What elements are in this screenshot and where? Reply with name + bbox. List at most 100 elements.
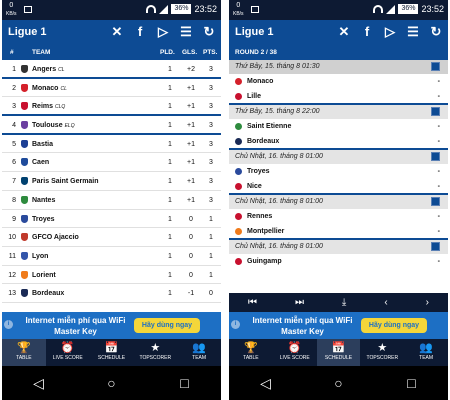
signal-icon (386, 4, 396, 14)
refresh-icon[interactable]: ↻ (428, 24, 444, 40)
screen-table: 0 KB/s 36% 23:52 Ligue 1 ✕ f ▷ ☰ ↻ # TEAM… (2, 0, 221, 400)
fixture-group: Thứ Bảy, 15. tháng 8 22:00 Saint Etienne -… (229, 105, 448, 150)
select-checkbox[interactable] (431, 62, 440, 71)
team-name: Lorient (32, 271, 56, 279)
fixture-home-row[interactable]: Troyes - (229, 164, 448, 179)
tab-label: SCHEDULE (324, 355, 353, 361)
table-row[interactable]: 3 Reims CLQ 1 +1 3 (2, 97, 221, 117)
prev-round-icon[interactable]: ‹ (384, 297, 387, 308)
select-checkbox[interactable] (431, 197, 440, 206)
fixture-home-row[interactable]: Saint Etienne - (229, 119, 448, 134)
tab-live-score[interactable]: ⏰ LIVE SCORE (46, 339, 90, 366)
first-round-icon[interactable]: ⏮ (248, 297, 257, 308)
table-row[interactable]: 2 Monaco CL 1 +1 3 (2, 79, 221, 98)
recents-icon[interactable]: □ (173, 375, 197, 391)
play-store-icon[interactable]: ▷ (382, 24, 398, 40)
fixture-home-row[interactable]: Rennes - (229, 209, 448, 224)
tab-live-score[interactable]: ⏰ LIVE SCORE (273, 339, 317, 366)
back-icon[interactable]: ◁ (254, 375, 278, 392)
ad-cta-button[interactable]: Hãy dùng ngay (134, 318, 200, 333)
team-crest-icon (235, 258, 242, 265)
points: 1 (209, 234, 213, 242)
row-position: 4 (12, 122, 16, 130)
tab-label: TABLE (243, 355, 259, 361)
ad-info-icon[interactable]: i (4, 320, 13, 329)
fixture-home-row[interactable]: Guingamp - (229, 254, 448, 269)
fixture-home-row[interactable]: Monaco - (229, 74, 448, 89)
row-position: 1 (12, 66, 16, 73)
fixture-away-row[interactable]: Nice - (229, 179, 448, 194)
select-checkbox[interactable] (431, 107, 440, 116)
tab-schedule[interactable]: 📅 SCHEDULE (90, 339, 134, 366)
header-gls: GLS. (182, 49, 198, 56)
ad-text: Internet miễn phí qua WiFi Master Key (25, 316, 126, 336)
home-score: - (437, 78, 440, 85)
team-crest-icon (21, 139, 28, 148)
away-score: - (437, 137, 440, 145)
tab-topscorer[interactable]: ★ TOPSCORER (360, 339, 404, 366)
next-round-icon[interactable]: › (426, 297, 429, 308)
goal-difference: +1 (187, 178, 195, 186)
ad-banner[interactable]: i Internet miễn phí qua WiFi Master Key … (229, 312, 448, 339)
calendar-icon: 📅 (104, 342, 119, 354)
table-row[interactable]: 9 Troyes 1 0 1 (2, 210, 221, 229)
goal-difference: -1 (187, 290, 195, 298)
fixture-date: Chủ Nhật, 16. tháng 8 01:00 (235, 243, 323, 250)
table-row[interactable]: 10 GFCO Ajaccio 1 0 1 (2, 228, 221, 247)
back-icon[interactable]: ◁ (27, 375, 51, 392)
last-round-icon[interactable]: ⏭ (295, 297, 304, 308)
team-name: Paris Saint Germain (32, 178, 99, 186)
table-row[interactable]: 12 Lorient 1 0 1 (2, 266, 221, 285)
tab-label: TABLE (16, 355, 32, 361)
team-crest-icon (235, 168, 242, 175)
tab-schedule[interactable]: 📅 SCHEDULE (316, 339, 361, 366)
tab-team[interactable]: 👥 TEAM (404, 339, 448, 366)
table-row[interactable]: 13 Bordeaux 1 -1 0 (2, 284, 221, 303)
team-name: Reims CLQ (32, 103, 66, 111)
tab-table[interactable]: 🏆 TABLE (229, 339, 273, 366)
refresh-icon[interactable]: ↻ (201, 24, 217, 40)
facebook-icon[interactable]: f (359, 24, 375, 40)
settings-sliders-icon[interactable]: ☰ (178, 24, 194, 40)
home-team: Monaco (247, 78, 274, 85)
select-checkbox[interactable] (431, 152, 440, 161)
table-row[interactable]: 5 Bastia 1 +1 3 (2, 135, 221, 154)
recents-icon[interactable]: □ (400, 375, 424, 391)
tab-table[interactable]: 🏆 TABLE (2, 339, 46, 366)
close-icon[interactable]: ✕ (109, 24, 125, 40)
team-crest-icon (21, 214, 28, 223)
tab-topscorer[interactable]: ★ TOPSCORER (133, 339, 177, 366)
table-row[interactable]: 11 Lyon 1 0 1 (2, 247, 221, 266)
home-icon[interactable]: ○ (100, 375, 124, 391)
ad-info-icon[interactable]: i (231, 320, 240, 329)
fixture-date-header: Chủ Nhật, 16. tháng 8 01:00 (229, 240, 448, 254)
fixture-away-row[interactable]: Montpellier - (229, 224, 448, 239)
download-icon[interactable]: ⤓ (342, 297, 346, 308)
table-row[interactable]: 6 Caen 1 +1 3 (2, 153, 221, 173)
ad-banner[interactable]: i Internet miễn phí qua WiFi Master Key … (2, 312, 221, 339)
points: 3 (209, 140, 213, 148)
fixture-away-row[interactable]: Lille - (229, 89, 448, 104)
fixture-away-row[interactable]: Bordeaux - (229, 134, 448, 149)
play-store-icon[interactable]: ▷ (155, 24, 171, 40)
close-icon[interactable]: ✕ (336, 24, 352, 40)
played-count: 1 (168, 290, 172, 298)
home-icon[interactable]: ○ (327, 375, 351, 391)
table-row[interactable]: 4 Toulouse ELQ 1 +1 3 (2, 116, 221, 135)
points: 3 (209, 103, 213, 111)
round-label: ROUND 2 / 38 (229, 45, 448, 60)
points: 3 (209, 84, 213, 92)
table-row[interactable]: 8 Nantes 1 +1 3 (2, 191, 221, 210)
ad-cta-button[interactable]: Hãy dùng ngay (361, 318, 427, 333)
settings-sliders-icon[interactable]: ☰ (405, 24, 421, 40)
team-crest-icon (21, 65, 28, 73)
table-row[interactable]: 1 Angers CL 1 +2 3 (2, 60, 221, 79)
tab-team[interactable]: 👥 TEAM (177, 339, 221, 366)
wifi-icon (373, 5, 384, 13)
home-team: Troyes (247, 168, 270, 175)
facebook-icon[interactable]: f (132, 24, 148, 40)
system-nav-bar: ◁ ○ □ (2, 366, 221, 400)
select-checkbox[interactable] (431, 242, 440, 251)
table-row[interactable]: 7 Paris Saint Germain 1 +1 3 (2, 172, 221, 191)
home-team: Guingamp (247, 258, 282, 265)
